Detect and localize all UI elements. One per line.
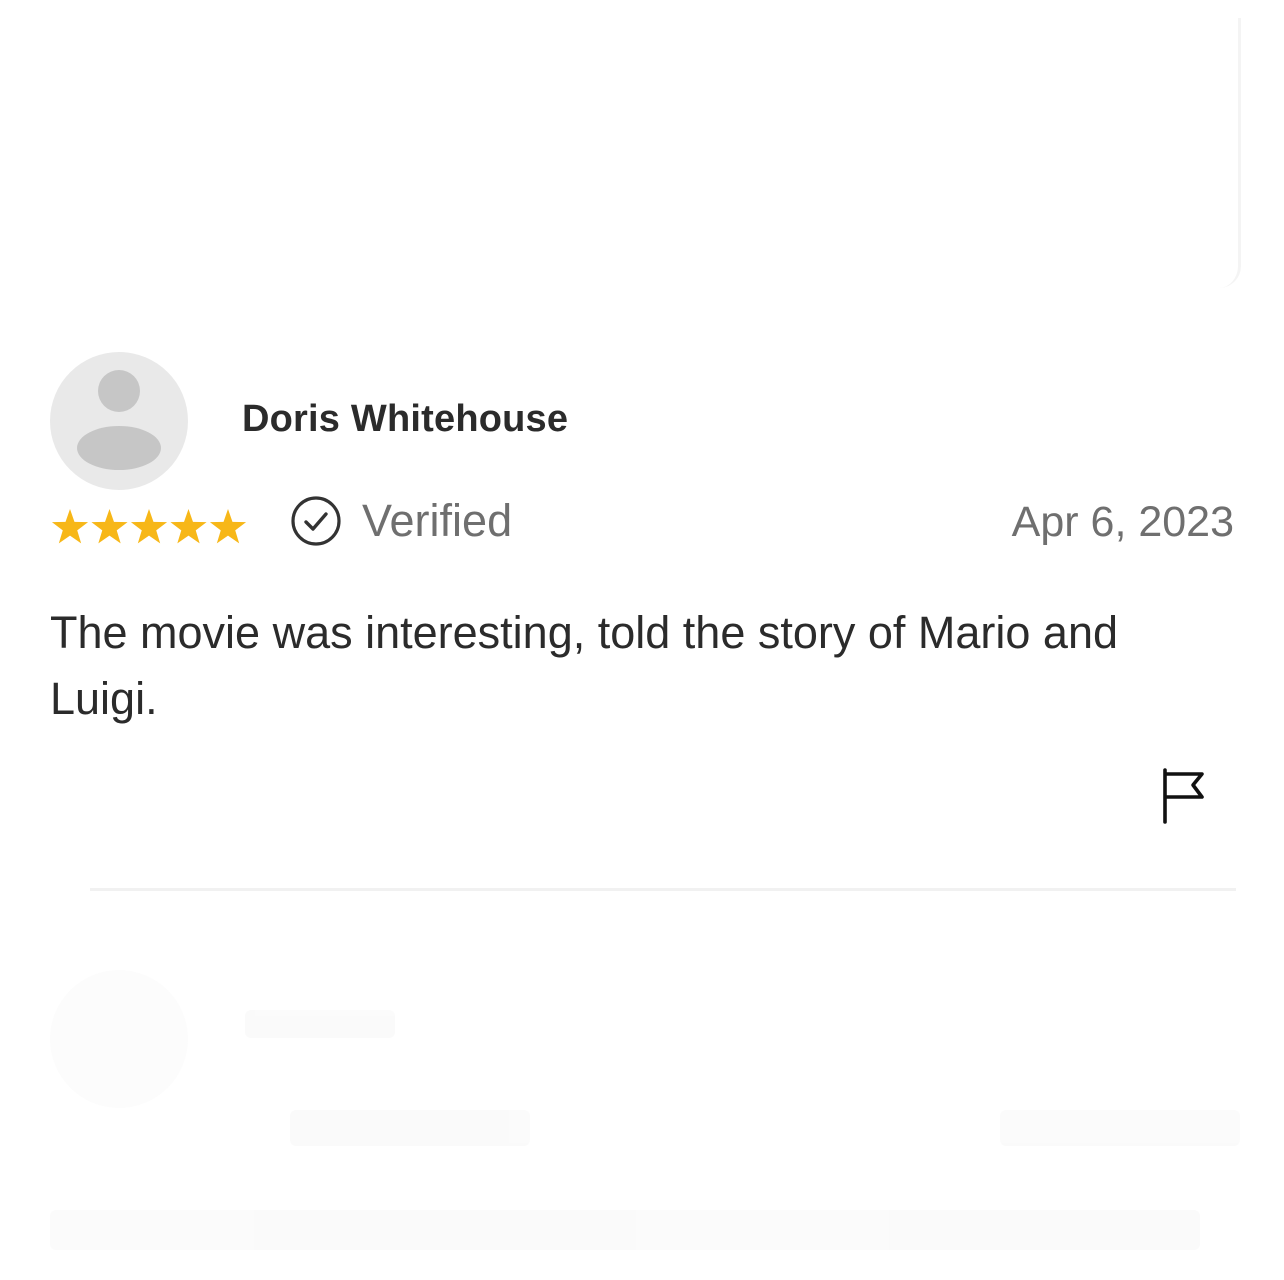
review-text: The movie was interesting, told the stor… xyxy=(50,607,1119,724)
star-icon xyxy=(209,509,247,544)
ghost-line xyxy=(290,1110,530,1146)
ghost-line xyxy=(245,1010,395,1038)
review-card: Doris Whitehouse Verified Apr 6, 2023 Th… xyxy=(0,0,1284,1280)
ghost-line xyxy=(1000,1110,1240,1146)
ghost-line xyxy=(50,1210,1200,1250)
verified-badge: Verified xyxy=(290,494,512,548)
review-divider xyxy=(90,888,1236,891)
star-icon xyxy=(170,509,207,544)
verified-label: Verified xyxy=(362,495,513,546)
star-rating xyxy=(50,507,248,547)
check-circle-icon xyxy=(291,496,341,546)
faded-next-card xyxy=(50,960,1240,1260)
report-review-button[interactable] xyxy=(1158,764,1210,828)
author-name: Doris Whitehouse xyxy=(242,398,569,440)
star-icon xyxy=(51,509,89,544)
flag-icon xyxy=(1163,768,1204,824)
default-user-avatar-icon xyxy=(77,370,161,470)
avatar xyxy=(50,352,188,490)
star-icon xyxy=(91,509,128,544)
star-icon xyxy=(130,509,168,544)
faded-previous-card xyxy=(48,18,1241,288)
ghost-avatar xyxy=(50,970,188,1108)
review-date: Apr 6, 2023 xyxy=(1011,498,1234,546)
